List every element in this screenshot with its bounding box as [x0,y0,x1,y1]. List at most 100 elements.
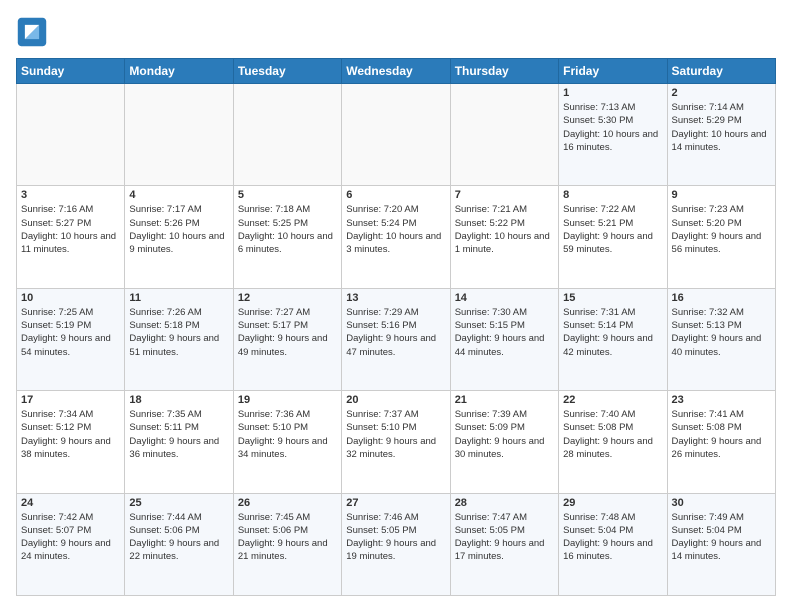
calendar-week-row: 1Sunrise: 7:13 AMSunset: 5:30 PMDaylight… [17,84,776,186]
calendar-cell: 25 Sunrise: 7:44 AMSunset: 5:06 PMDayligh… [125,493,233,595]
day-number: 25 [129,497,228,509]
day-info: Sunrise: 7:26 AMSunset: 5:18 PMDaylight:… [129,306,228,359]
day-number: 12 [238,292,337,304]
day-number: 3 [21,189,120,201]
day-number: 5 [238,189,337,201]
calendar-cell: 1Sunrise: 7:13 AMSunset: 5:30 PMDaylight… [559,84,667,186]
day-info: Sunrise: 7:36 AMSunset: 5:10 PMDaylight:… [238,408,337,461]
calendar-cell: 3 Sunrise: 7:16 AMSunset: 5:27 PMDaylight… [17,186,125,288]
day-number: 15 [563,292,662,304]
day-info: Sunrise: 7:20 AMSunset: 5:24 PMDaylight:… [346,203,445,256]
day-info: Sunrise: 7:44 AMSunset: 5:06 PMDaylight:… [129,511,228,564]
day-number: 23 [672,394,771,406]
day-info: Sunrise: 7:35 AMSunset: 5:11 PMDaylight:… [129,408,228,461]
calendar-day-header: Thursday [450,59,558,84]
calendar-cell: 2 Sunrise: 7:14 AMSunset: 5:29 PMDaylight… [667,84,775,186]
day-number: 22 [563,394,662,406]
calendar-header-row: SundayMondayTuesdayWednesdayThursdayFrid… [17,59,776,84]
calendar-day-header: Wednesday [342,59,450,84]
calendar-week-row: 17 Sunrise: 7:34 AMSunset: 5:12 PMDayligh… [17,391,776,493]
day-info: Sunrise: 7:32 AMSunset: 5:13 PMDaylight:… [672,306,771,359]
day-info: Sunrise: 7:31 AMSunset: 5:14 PMDaylight:… [563,306,662,359]
calendar-cell: 21 Sunrise: 7:39 AMSunset: 5:09 PMDayligh… [450,391,558,493]
calendar-cell: 10 Sunrise: 7:25 AMSunset: 5:19 PMDayligh… [17,288,125,390]
calendar-cell: 26 Sunrise: 7:45 AMSunset: 5:06 PMDayligh… [233,493,341,595]
day-info: Sunrise: 7:16 AMSunset: 5:27 PMDaylight:… [21,203,120,256]
day-number: 11 [129,292,228,304]
calendar-cell: 12 Sunrise: 7:27 AMSunset: 5:17 PMDayligh… [233,288,341,390]
calendar-cell [450,84,558,186]
calendar-week-row: 10 Sunrise: 7:25 AMSunset: 5:19 PMDayligh… [17,288,776,390]
calendar-cell: 19Sunrise: 7:36 AMSunset: 5:10 PMDayligh… [233,391,341,493]
calendar-cell [233,84,341,186]
day-number: 27 [346,497,445,509]
calendar-cell: 14 Sunrise: 7:30 AMSunset: 5:15 PMDayligh… [450,288,558,390]
day-number: 10 [21,292,120,304]
day-info: Sunrise: 7:39 AMSunset: 5:09 PMDaylight:… [455,408,554,461]
calendar-day-header: Saturday [667,59,775,84]
calendar-day-header: Monday [125,59,233,84]
day-info: Sunrise: 7:48 AMSunset: 5:04 PMDaylight:… [563,511,662,564]
calendar-cell: 13Sunrise: 7:29 AMSunset: 5:16 PMDayligh… [342,288,450,390]
calendar-cell: 7Sunrise: 7:21 AMSunset: 5:22 PMDaylight… [450,186,558,288]
day-info: Sunrise: 7:22 AMSunset: 5:21 PMDaylight:… [563,203,662,256]
day-number: 30 [672,497,771,509]
day-info: Sunrise: 7:47 AMSunset: 5:05 PMDaylight:… [455,511,554,564]
calendar-day-header: Sunday [17,59,125,84]
calendar-cell: 29 Sunrise: 7:48 AMSunset: 5:04 PMDayligh… [559,493,667,595]
day-number: 28 [455,497,554,509]
day-number: 8 [563,189,662,201]
day-info: Sunrise: 7:23 AMSunset: 5:20 PMDaylight:… [672,203,771,256]
calendar-week-row: 24Sunrise: 7:42 AMSunset: 5:07 PMDayligh… [17,493,776,595]
calendar-cell: 4Sunrise: 7:17 AMSunset: 5:26 PMDaylight… [125,186,233,288]
logo-icon [16,16,48,48]
calendar-cell: 20 Sunrise: 7:37 AMSunset: 5:10 PMDayligh… [342,391,450,493]
calendar-cell: 16 Sunrise: 7:32 AMSunset: 5:13 PMDayligh… [667,288,775,390]
calendar-day-header: Tuesday [233,59,341,84]
calendar-cell: 9 Sunrise: 7:23 AMSunset: 5:20 PMDaylight… [667,186,775,288]
logo [16,16,52,48]
day-info: Sunrise: 7:34 AMSunset: 5:12 PMDaylight:… [21,408,120,461]
day-number: 6 [346,189,445,201]
day-info: Sunrise: 7:17 AMSunset: 5:26 PMDaylight:… [129,203,228,256]
calendar-cell: 17 Sunrise: 7:34 AMSunset: 5:12 PMDayligh… [17,391,125,493]
day-number: 26 [238,497,337,509]
calendar-cell: 6 Sunrise: 7:20 AMSunset: 5:24 PMDaylight… [342,186,450,288]
day-number: 18 [129,394,228,406]
day-info: Sunrise: 7:41 AMSunset: 5:08 PMDaylight:… [672,408,771,461]
day-number: 16 [672,292,771,304]
day-number: 21 [455,394,554,406]
day-number: 14 [455,292,554,304]
day-info: Sunrise: 7:40 AMSunset: 5:08 PMDaylight:… [563,408,662,461]
page: SundayMondayTuesdayWednesdayThursdayFrid… [0,0,792,612]
calendar-cell: 28 Sunrise: 7:47 AMSunset: 5:05 PMDayligh… [450,493,558,595]
day-info: Sunrise: 7:18 AMSunset: 5:25 PMDaylight:… [238,203,337,256]
day-info: Sunrise: 7:29 AMSunset: 5:16 PMDaylight:… [346,306,445,359]
calendar-cell: 24Sunrise: 7:42 AMSunset: 5:07 PMDayligh… [17,493,125,595]
calendar-day-header: Friday [559,59,667,84]
calendar-cell [342,84,450,186]
day-number: 20 [346,394,445,406]
calendar-cell: 5 Sunrise: 7:18 AMSunset: 5:25 PMDaylight… [233,186,341,288]
calendar-cell: 8 Sunrise: 7:22 AMSunset: 5:21 PMDaylight… [559,186,667,288]
day-info: Sunrise: 7:30 AMSunset: 5:15 PMDaylight:… [455,306,554,359]
day-info: Sunrise: 7:13 AMSunset: 5:30 PMDaylight:… [563,101,662,154]
calendar-table: SundayMondayTuesdayWednesdayThursdayFrid… [16,58,776,596]
calendar-cell: 18 Sunrise: 7:35 AMSunset: 5:11 PMDayligh… [125,391,233,493]
day-info: Sunrise: 7:25 AMSunset: 5:19 PMDaylight:… [21,306,120,359]
day-number: 29 [563,497,662,509]
header [16,16,776,48]
day-info: Sunrise: 7:49 AMSunset: 5:04 PMDaylight:… [672,511,771,564]
day-number: 7 [455,189,554,201]
day-info: Sunrise: 7:14 AMSunset: 5:29 PMDaylight:… [672,101,771,154]
calendar-cell: 23 Sunrise: 7:41 AMSunset: 5:08 PMDayligh… [667,391,775,493]
calendar-cell: 11 Sunrise: 7:26 AMSunset: 5:18 PMDayligh… [125,288,233,390]
day-info: Sunrise: 7:46 AMSunset: 5:05 PMDaylight:… [346,511,445,564]
day-number: 17 [21,394,120,406]
calendar-cell: 27 Sunrise: 7:46 AMSunset: 5:05 PMDayligh… [342,493,450,595]
day-info: Sunrise: 7:37 AMSunset: 5:10 PMDaylight:… [346,408,445,461]
day-number: 9 [672,189,771,201]
day-info: Sunrise: 7:45 AMSunset: 5:06 PMDaylight:… [238,511,337,564]
day-number: 2 [672,87,771,99]
day-info: Sunrise: 7:27 AMSunset: 5:17 PMDaylight:… [238,306,337,359]
